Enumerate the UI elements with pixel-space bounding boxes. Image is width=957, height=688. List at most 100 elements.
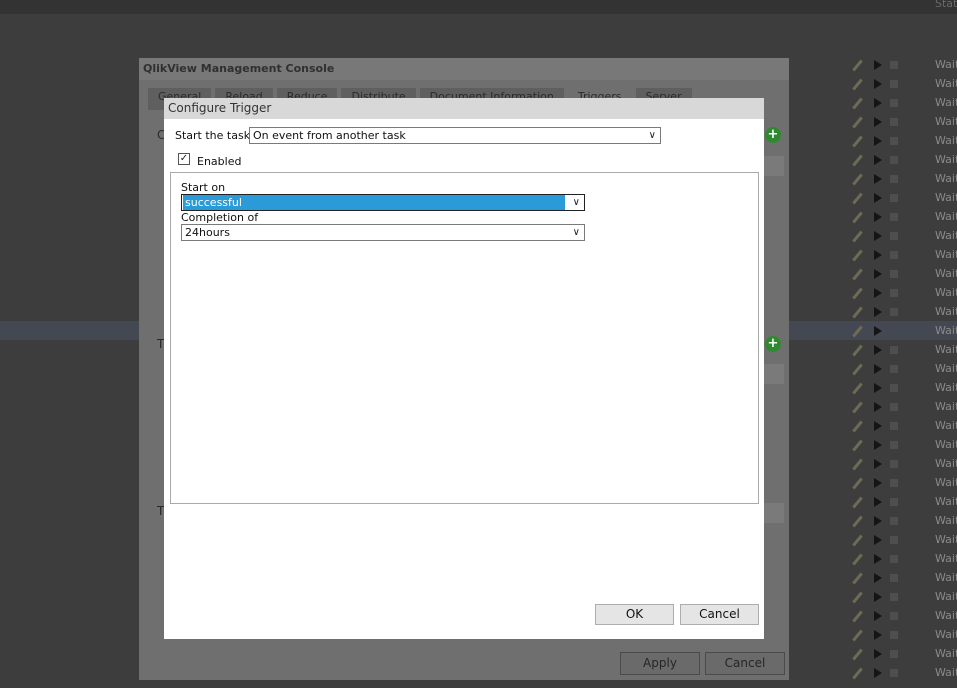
task-row[interactable]: Wait [850, 75, 957, 94]
stop-icon[interactable] [890, 156, 898, 164]
task-row[interactable]: Wait [850, 436, 957, 455]
play-icon[interactable] [874, 288, 882, 298]
task-row[interactable]: Wait [850, 94, 957, 113]
start-on-select[interactable]: successful ∨ [181, 194, 585, 211]
play-icon[interactable] [874, 497, 882, 507]
task-row[interactable]: Wait [850, 265, 957, 284]
stop-icon[interactable] [890, 251, 898, 259]
task-row[interactable]: Wait [850, 322, 957, 341]
stop-icon[interactable] [890, 175, 898, 183]
edit-pencil-icon[interactable] [852, 363, 863, 376]
edit-pencil-icon[interactable] [852, 173, 863, 186]
play-icon[interactable] [874, 269, 882, 279]
edit-pencil-icon[interactable] [852, 249, 863, 262]
stop-icon[interactable] [890, 232, 898, 240]
edit-pencil-icon[interactable] [852, 515, 863, 528]
stop-icon[interactable] [890, 346, 898, 354]
task-row[interactable]: Wait [850, 113, 957, 132]
edit-pencil-icon[interactable] [852, 230, 863, 243]
edit-pencil-icon[interactable] [852, 420, 863, 433]
play-icon[interactable] [874, 573, 882, 583]
stop-icon[interactable] [890, 574, 898, 582]
stop-icon[interactable] [890, 517, 898, 525]
task-row[interactable]: Wait [850, 531, 957, 550]
edit-pencil-icon[interactable] [852, 78, 863, 91]
task-row[interactable]: Wait [850, 303, 957, 322]
task-row[interactable]: Wait [850, 189, 957, 208]
play-icon[interactable] [874, 250, 882, 260]
play-icon[interactable] [874, 383, 882, 393]
play-icon[interactable] [874, 402, 882, 412]
play-icon[interactable] [874, 554, 882, 564]
edit-pencil-icon[interactable] [852, 135, 863, 148]
play-icon[interactable] [874, 60, 882, 70]
task-row[interactable]: Wait [850, 607, 957, 626]
stop-icon[interactable] [890, 61, 898, 69]
edit-pencil-icon[interactable] [852, 97, 863, 110]
play-icon[interactable] [874, 478, 882, 488]
stop-icon[interactable] [890, 384, 898, 392]
stop-icon[interactable] [890, 80, 898, 88]
play-icon[interactable] [874, 459, 882, 469]
task-row[interactable]: Wait [850, 170, 957, 189]
edit-pencil-icon[interactable] [852, 477, 863, 490]
edit-pencil-icon[interactable] [852, 572, 863, 585]
task-row[interactable]: Wait [850, 360, 957, 379]
stop-icon[interactable] [890, 308, 898, 316]
dialog-cancel-button[interactable]: Cancel [680, 604, 759, 625]
play-icon[interactable] [874, 307, 882, 317]
stop-icon[interactable] [890, 460, 898, 468]
edit-pencil-icon[interactable] [852, 667, 863, 680]
task-row[interactable]: Wait [850, 455, 957, 474]
play-icon[interactable] [874, 136, 882, 146]
task-row[interactable]: Wait [850, 151, 957, 170]
task-row[interactable]: Wait [850, 56, 957, 75]
stop-icon[interactable] [890, 194, 898, 202]
edit-pencil-icon[interactable] [852, 401, 863, 414]
play-icon[interactable] [874, 592, 882, 602]
task-row[interactable]: Wait [850, 550, 957, 569]
edit-pencil-icon[interactable] [852, 553, 863, 566]
stop-icon[interactable] [890, 612, 898, 620]
edit-pencil-icon[interactable] [852, 211, 863, 224]
stop-icon[interactable] [890, 479, 898, 487]
enabled-checkbox[interactable]: ✓ [178, 153, 190, 165]
edit-pencil-icon[interactable] [852, 59, 863, 72]
stop-icon[interactable] [890, 99, 898, 107]
task-row[interactable]: Wait [850, 227, 957, 246]
play-icon[interactable] [874, 326, 882, 336]
play-icon[interactable] [874, 668, 882, 678]
stop-icon[interactable] [890, 593, 898, 601]
stop-icon[interactable] [890, 289, 898, 297]
play-icon[interactable] [874, 345, 882, 355]
edit-pencil-icon[interactable] [852, 629, 863, 642]
edit-pencil-icon[interactable] [852, 287, 863, 300]
edit-pencil-icon[interactable] [852, 154, 863, 167]
edit-pencil-icon[interactable] [852, 306, 863, 319]
task-row[interactable]: Wait [850, 588, 957, 607]
task-row[interactable]: Wait [850, 512, 957, 531]
play-icon[interactable] [874, 174, 882, 184]
play-icon[interactable] [874, 611, 882, 621]
task-row[interactable]: Wait [850, 664, 957, 683]
play-icon[interactable] [874, 155, 882, 165]
play-icon[interactable] [874, 649, 882, 659]
play-icon[interactable] [874, 630, 882, 640]
play-icon[interactable] [874, 193, 882, 203]
stop-icon[interactable] [890, 213, 898, 221]
edit-pencil-icon[interactable] [852, 496, 863, 509]
play-icon[interactable] [874, 79, 882, 89]
edit-pencil-icon[interactable] [852, 325, 863, 338]
play-icon[interactable] [874, 535, 882, 545]
stop-icon[interactable] [890, 137, 898, 145]
edit-pencil-icon[interactable] [852, 458, 863, 471]
stop-icon[interactable] [890, 650, 898, 658]
task-row[interactable]: Wait [850, 474, 957, 493]
edit-pencil-icon[interactable] [852, 591, 863, 604]
play-icon[interactable] [874, 212, 882, 222]
stop-icon[interactable] [890, 555, 898, 563]
edit-pencil-icon[interactable] [852, 192, 863, 205]
task-row[interactable]: Wait [850, 284, 957, 303]
edit-pencil-icon[interactable] [852, 382, 863, 395]
task-row[interactable]: Wait [850, 645, 957, 664]
